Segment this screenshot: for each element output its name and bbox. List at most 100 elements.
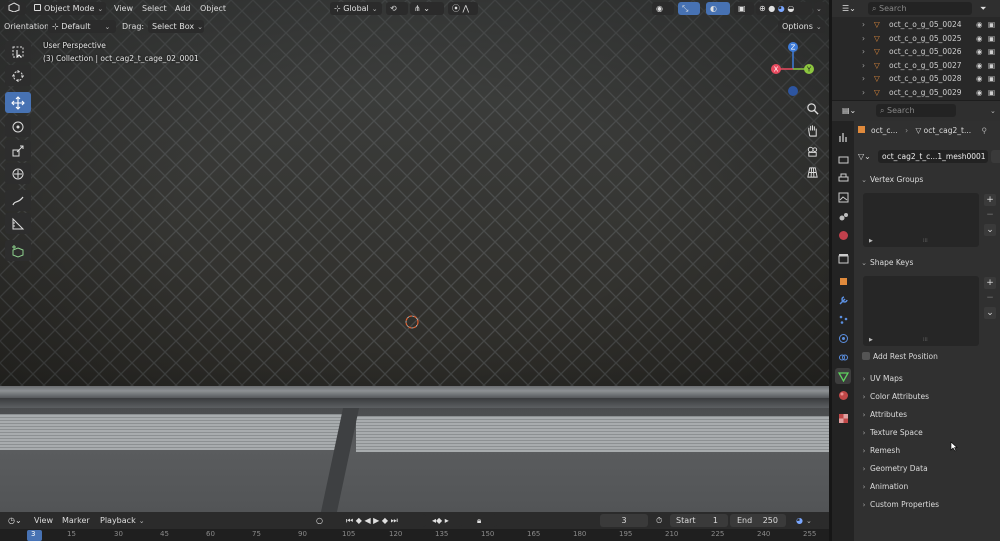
drag-select[interactable]: Select Box ⌄ <box>148 20 204 33</box>
editor-type-button[interactable] <box>4 2 26 15</box>
select-box-tool[interactable] <box>5 41 31 62</box>
properties-options-button[interactable]: ⌄ <box>986 104 998 117</box>
properties-search-input[interactable]: ⌕ Search <box>876 104 956 117</box>
zoom-button[interactable] <box>802 99 822 117</box>
shading-options-button[interactable]: ⌄ <box>814 2 826 15</box>
expand-arrow-icon[interactable]: › <box>862 72 865 86</box>
tab-data[interactable] <box>835 368 851 384</box>
tab-view-layer[interactable] <box>835 189 851 205</box>
panel-geometry-data-header[interactable]: › Geometry Data <box>858 460 999 477</box>
rotate-tool[interactable] <box>5 116 31 137</box>
shape-key-remove-button[interactable]: − <box>984 292 996 304</box>
pin-icon[interactable]: ⚲ <box>982 126 988 135</box>
eye-icon[interactable]: ◉ <box>976 18 983 32</box>
next-keyframe-icon[interactable]: ◆ <box>382 516 388 525</box>
keyframe-nav[interactable]: ◂◆ ▸ <box>428 514 462 527</box>
list-resize-grip[interactable]: ⁞⁞⁞ <box>923 337 928 343</box>
camera-icon[interactable]: ▣ <box>988 18 995 32</box>
expand-arrow-icon[interactable]: › <box>862 59 865 73</box>
shape-keys-list[interactable]: ▶ ⁞⁞⁞ <box>863 276 979 346</box>
vertex-group-specials-button[interactable]: ⌄ <box>984 224 996 236</box>
eye-icon[interactable]: ◉ <box>976 45 983 59</box>
tab-output[interactable] <box>835 170 851 186</box>
current-frame-field[interactable]: 3 <box>600 514 648 527</box>
move-tool[interactable] <box>5 92 31 113</box>
expand-arrow-icon[interactable]: › <box>862 18 865 32</box>
tab-constraints[interactable] <box>835 349 851 365</box>
camera-icon[interactable]: ▣ <box>988 32 995 46</box>
outliner-row[interactable]: › ▽ oct_c_o_g_05_0027 ◉ ▣ <box>832 59 1000 73</box>
add-cube-tool[interactable] <box>5 240 31 261</box>
timeline-menu-playback[interactable]: Playback ⌄ <box>96 514 148 527</box>
tab-material[interactable] <box>835 387 851 403</box>
camera-icon[interactable]: ▣ <box>988 72 995 86</box>
tab-physics[interactable] <box>835 330 851 346</box>
overlays-toggle-button[interactable]: ◐ <box>706 2 730 15</box>
mode-select[interactable]: Object Mode ⌄ <box>30 2 106 15</box>
outliner-row[interactable]: › ▽ oct_c_o_g_05_0026 ◉ ▣ <box>832 45 1000 59</box>
list-expand-icon[interactable]: ▶ <box>869 337 873 343</box>
transform-tool[interactable] <box>5 163 31 184</box>
vertex-group-add-button[interactable]: + <box>984 194 996 206</box>
xray-toggle-button[interactable]: ▣ <box>734 2 754 15</box>
mesh-browse-button[interactable]: ▽⌄ <box>858 150 876 163</box>
tab-texture[interactable] <box>835 410 851 426</box>
play-reverse-icon[interactable]: ◀ <box>364 516 370 525</box>
tab-object[interactable] <box>835 273 851 289</box>
properties-editor[interactable]: ▤⌄ ⌕ Search ⌄ oct_c... › ▽ oct_cag2_t...… <box>832 101 1000 541</box>
navigation-gizmo[interactable]: Z X Y <box>768 40 818 96</box>
annotate-tool[interactable] <box>5 190 31 211</box>
tab-render[interactable] <box>835 151 851 167</box>
camera-icon[interactable]: ▣ <box>988 59 995 73</box>
end-frame-field[interactable]: End 250 <box>730 514 786 527</box>
timeline-ruler[interactable]: 3 15 30 45 60 75 90 105 120 135 150 165 … <box>0 529 829 541</box>
panel-custom-properties-header[interactable]: › Custom Properties <box>858 496 999 513</box>
proportional-edit-button[interactable]: ⦿ ⋀ <box>448 2 478 15</box>
outliner-row[interactable]: › ▽ oct_c_o_g_05_0028 ◉ ▣ <box>832 72 1000 86</box>
wireframe-shading-icon[interactable]: ⊕ <box>759 4 766 13</box>
options-button[interactable]: Options ⌄ <box>778 20 825 33</box>
outliner-row[interactable]: › ▽ oct_c_o_g_05_0029 ◉ ▣ <box>832 86 1000 100</box>
timeline-menu-marker[interactable]: Marker <box>62 514 90 527</box>
add-rest-position-checkbox[interactable]: Add Rest Position <box>862 352 938 361</box>
tab-collection[interactable] <box>835 250 851 266</box>
timeline-view-options[interactable]: ◕ ⌄ <box>792 514 822 527</box>
camera-view-button[interactable] <box>802 142 822 160</box>
vertex-groups-list[interactable]: ▶ ⁞⁞⁞ <box>863 193 979 247</box>
outliner[interactable]: ☰⌄ ⌕ Search ⏷ › ▽ oct_c_o_g_05_0024 ◉ ▣ … <box>832 0 1000 100</box>
expand-arrow-icon[interactable]: › <box>862 32 865 46</box>
cursor-tool[interactable] <box>5 65 31 86</box>
list-expand-icon[interactable]: ▶ <box>869 238 873 244</box>
tab-particles[interactable] <box>835 311 851 327</box>
checkbox-icon[interactable] <box>862 352 870 360</box>
shape-key-add-button[interactable]: + <box>984 277 996 289</box>
timeline-menu-view[interactable]: View <box>34 514 53 527</box>
panel-uv-maps-header[interactable]: › UV Maps <box>858 370 999 387</box>
panel-color-attributes-header[interactable]: › Color Attributes <box>858 388 999 405</box>
expand-arrow-icon[interactable]: › <box>862 45 865 59</box>
mesh-name-field[interactable]: oct_cag2_t_c...1_mesh0001 <box>878 150 988 163</box>
vertex-group-remove-button[interactable]: − <box>984 209 996 221</box>
visibility-button[interactable]: ◉ <box>652 2 674 15</box>
list-resize-grip[interactable]: ⁞⁞⁞ <box>923 238 928 244</box>
timeline-editor[interactable]: ◷⌄ View Marker Playback ⌄ ○ ⏮ ◆ ◀ ▶ ◆ ⏭ ◂… <box>0 512 829 541</box>
panel-animation-header[interactable]: › Animation <box>858 478 999 495</box>
expand-arrow-icon[interactable]: › <box>862 86 865 100</box>
outliner-editor-type-button[interactable]: ☰⌄ <box>838 2 858 15</box>
panel-shape-keys-header[interactable]: ⌄ Shape Keys <box>858 254 999 271</box>
play-icon[interactable]: ▶ <box>373 516 379 525</box>
jump-start-icon[interactable]: ⏮ <box>346 516 353 525</box>
pan-button[interactable] <box>802 121 822 139</box>
tab-tool[interactable] <box>835 129 851 145</box>
panel-remesh-header[interactable]: › Remesh <box>858 442 999 459</box>
pivot-point-button[interactable]: ⟲ <box>386 2 408 15</box>
fake-user-button[interactable] <box>991 150 1000 163</box>
rendered-shading-icon[interactable]: ◒ <box>787 4 794 13</box>
gizmo-toggle-button[interactable]: ⤡ <box>678 2 700 15</box>
eye-icon[interactable]: ◉ <box>976 32 983 46</box>
scale-tool[interactable] <box>5 140 31 161</box>
jump-end-icon[interactable]: ⏭ <box>391 516 398 525</box>
timeline-editor-type-button[interactable]: ◷⌄ <box>4 514 24 527</box>
start-frame-field[interactable]: Start 1 <box>670 514 728 527</box>
outliner-row[interactable]: › ▽ oct_c_o_g_05_0025 ◉ ▣ <box>832 32 1000 46</box>
